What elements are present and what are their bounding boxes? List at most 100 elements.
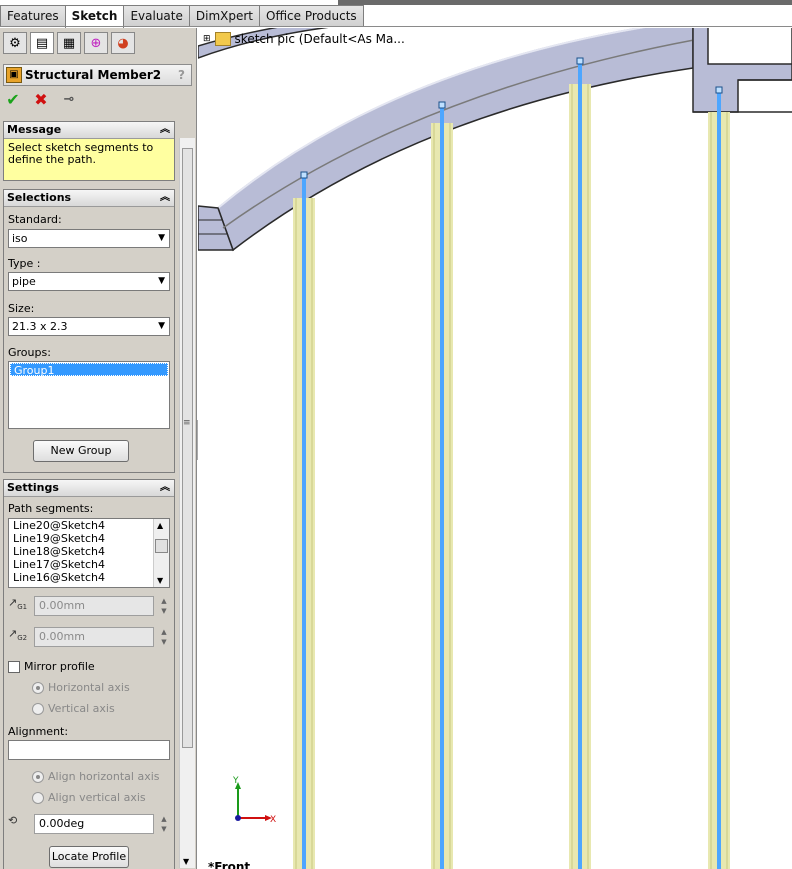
list-item[interactable]: Line17@Sketch4 [9,558,169,571]
horizontal-axis-label: Horizontal axis [48,681,130,694]
sketch-endpoint[interactable] [576,57,584,65]
path-segments-label: Path segments: [8,502,94,515]
standard-label: Standard: [8,213,62,226]
model-view [198,28,792,869]
vertical-axis-radio[interactable]: Vertical axis [32,702,115,715]
feature-tree-flyout[interactable]: ⊞ sketch pic (Default<As Ma... [203,32,405,46]
list-item[interactable]: Line18@Sketch4 [9,545,169,558]
expand-icon[interactable]: ⊞ [203,34,211,44]
scroll-thumb[interactable] [182,148,193,748]
size-dropdown[interactable]: 21.3 x 2.3 ▼ [8,317,170,336]
scroll-down-icon[interactable]: ▼ [183,857,189,866]
chevron-down-icon: ▼ [158,321,165,331]
tab-dimxpert[interactable]: DimXpert [188,5,260,27]
toolbar-strip [338,0,792,5]
gap1-row: ↗G1 0.00mm ▲ ▼ [8,596,170,618]
align-vertical-radio[interactable]: Align vertical axis [32,791,146,804]
selections-header-label: Selections [7,191,72,204]
vertical-axis-label: Vertical axis [48,702,115,715]
structural-member-icon: ▣ [6,67,22,83]
rotation-spinner[interactable]: ▲ ▼ [158,814,170,834]
selections-section: Selections ︽ Standard: iso ▼ Type : pipe… [3,189,175,473]
collapse-icon[interactable]: ︽ [160,190,170,206]
size-label: Size: [8,302,35,315]
part-icon [214,32,231,46]
settings-header[interactable]: Settings ︽ [4,480,174,497]
ok-button[interactable]: ✔ [4,90,22,109]
sketch-endpoint[interactable] [300,171,308,179]
tab-evaluate[interactable]: Evaluate [123,5,190,27]
z-axis-dot [235,815,241,821]
property-manager-panel: ⚙ ▤ ▦ ⊕ ◕ ▣ Structural Member2 ? ✔ ✖ ⊸ M… [0,28,197,869]
dimxpert-manager-icon[interactable]: ⊕ [84,32,108,54]
property-manager-title: ▣ Structural Member2 ? [3,64,192,86]
align-horizontal-radio[interactable]: Align horizontal axis [32,770,160,783]
radio-icon[interactable] [32,791,44,804]
tab-office-products[interactable]: Office Products [259,5,364,27]
message-section: Message ︽ Select sketch segments to defi… [3,121,175,181]
align-vertical-label: Align vertical axis [48,791,146,804]
type-value: pipe [12,275,36,288]
radio-icon[interactable] [32,681,44,694]
collapse-icon[interactable]: ︽ [160,122,170,138]
tab-divider [0,26,792,27]
scroll-down-icon[interactable]: ▼ [157,576,163,585]
alignment-label: Alignment: [8,725,69,738]
path-segments-list[interactable]: Line20@Sketch4 Line19@Sketch4 Line18@Ske… [8,518,170,588]
standard-value: iso [12,232,28,245]
list-item[interactable]: Line20@Sketch4 [9,519,169,532]
list-item[interactable]: Line16@Sketch4 [9,571,169,584]
type-dropdown[interactable]: pipe ▼ [8,272,170,291]
view-name-label: *Front [208,860,251,869]
radio-icon[interactable] [32,770,44,783]
configuration-manager-icon[interactable]: ▦ [57,32,81,54]
standard-dropdown[interactable]: iso ▼ [8,229,170,248]
cancel-button[interactable]: ✖ [32,90,50,109]
align-horizontal-label: Align horizontal axis [48,770,160,783]
panel-scrollbar[interactable]: ≡ ▼ [179,138,195,868]
groups-list[interactable]: Group1 [8,361,170,429]
mirror-profile-checkbox[interactable]: Mirror profile [8,660,95,673]
rotation-angle-icon: ⟲ [8,814,18,827]
chevron-down-icon: ▼ [158,233,165,243]
rotation-row: ⟲ 0.00deg ▲ ▼ [8,814,170,836]
list-scrollbar[interactable]: ▲ ▼ [153,519,169,587]
grip-icon: ≡ [183,418,191,428]
horizontal-axis-radio[interactable]: Horizontal axis [32,681,130,694]
list-item[interactable]: Line19@Sketch4 [9,532,169,545]
feature-manager-icon[interactable]: ⚙ [3,32,27,54]
x-axis-label: X [270,815,276,825]
alignment-field[interactable] [8,740,170,760]
pin-icon[interactable]: ⊸ [60,92,78,107]
gap2-spinner[interactable]: ▲ ▼ [158,627,170,647]
checkbox-icon[interactable] [8,660,20,673]
frame-member-curved-beam [217,28,694,252]
display-manager-icon[interactable]: ◕ [111,32,135,54]
new-group-button[interactable]: New Group [33,440,129,462]
settings-header-label: Settings [7,481,59,494]
gap1-spinner[interactable]: ▲ ▼ [158,596,170,616]
size-value: 21.3 x 2.3 [12,320,68,333]
graphics-area[interactable]: ⊞ sketch pic (Default<As Ma... Y X *Fron… [198,28,792,869]
chevron-down-icon: ▼ [158,276,165,286]
tab-features[interactable]: Features [0,5,66,27]
gap2-field[interactable]: 0.00mm [34,627,154,647]
tab-sketch[interactable]: Sketch [64,5,125,28]
selections-header[interactable]: Selections ︽ [4,190,174,207]
list-item[interactable]: Group1 [10,363,168,377]
property-manager-icon[interactable]: ▤ [30,32,54,54]
radio-icon[interactable] [32,702,44,715]
sketch-endpoint[interactable] [438,101,446,109]
scroll-up-icon[interactable]: ▲ [157,521,163,530]
help-icon[interactable]: ? [178,68,185,82]
locate-profile-button[interactable]: Locate Profile [49,846,129,868]
rotation-field[interactable]: 0.00deg [34,814,154,834]
scroll-thumb[interactable] [155,539,168,553]
reference-triad: Y X [232,776,276,825]
gap1-field[interactable]: 0.00mm [34,596,154,616]
message-header[interactable]: Message ︽ [4,122,174,139]
gap-g2-icon: ↗G2 [8,627,28,643]
sketch-endpoint[interactable] [715,86,723,94]
collapse-icon[interactable]: ︽ [160,480,170,496]
gap-g1-icon: ↗G1 [8,596,28,612]
